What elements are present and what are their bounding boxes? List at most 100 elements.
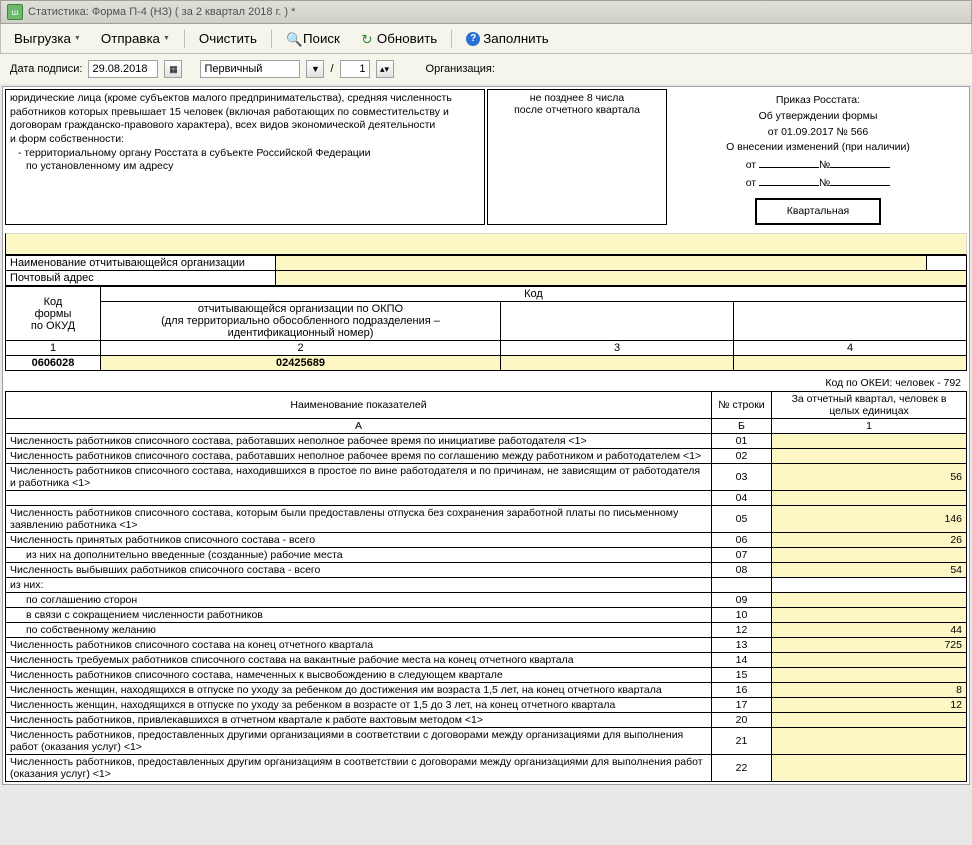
row-number: 07	[712, 548, 772, 563]
row-number: 14	[712, 653, 772, 668]
toolbar: Выгрузка▼ Отправка▼ Очистить 🔍Поиск ↻Обн…	[0, 24, 972, 54]
header-deadline-box: не позднее 8 числа после отчетного кварт…	[487, 89, 667, 225]
indicator-name: Численность работников списочного состав…	[6, 464, 712, 491]
table-row: Численность работников списочного состав…	[6, 464, 967, 491]
date-input[interactable]	[88, 60, 158, 78]
table-row: Численность работников списочного состав…	[6, 506, 967, 533]
type-select[interactable]	[200, 60, 300, 78]
row-number: 12	[712, 623, 772, 638]
row-number: 16	[712, 683, 772, 698]
table-row: Численность работников списочного состав…	[6, 638, 967, 653]
value-cell[interactable]	[772, 548, 967, 563]
table-row: Численность женщин, находящихся в отпуск…	[6, 698, 967, 713]
value-cell[interactable]: 725	[772, 638, 967, 653]
separator	[271, 30, 272, 48]
table-row: 04	[6, 491, 967, 506]
value-cell[interactable]: 54	[772, 563, 967, 578]
okei-note: Код по ОКЕИ: человек - 792	[5, 371, 967, 391]
row-number: 06	[712, 533, 772, 548]
value-cell[interactable]	[772, 728, 967, 755]
value-cell[interactable]	[772, 608, 967, 623]
indicator-name: в связи с сокращением численности работн…	[6, 608, 712, 623]
row-number: 04	[712, 491, 772, 506]
search-button[interactable]: 🔍Поиск	[277, 27, 349, 50]
value-cell[interactable]: 8	[772, 683, 967, 698]
org-name-cell[interactable]	[276, 256, 927, 271]
table-row: Численность выбывших работников списочно…	[6, 563, 967, 578]
row-number: 05	[712, 506, 772, 533]
indicator-name: Численность работников списочного состав…	[6, 668, 712, 683]
separator	[451, 30, 452, 48]
num-input[interactable]	[340, 60, 370, 78]
value-cell[interactable]	[772, 755, 967, 782]
row-number: 02	[712, 449, 772, 464]
indicator-name: Численность работников списочного состав…	[6, 434, 712, 449]
row-number: 15	[712, 668, 772, 683]
value-cell[interactable]	[772, 434, 967, 449]
value-cell[interactable]: 26	[772, 533, 967, 548]
row-number: 17	[712, 698, 772, 713]
value-cell	[772, 578, 967, 593]
row-number: 08	[712, 563, 772, 578]
value-cell[interactable]: 56	[772, 464, 967, 491]
date-label: Дата подписи:	[10, 63, 82, 75]
indicator-name: Численность женщин, находящихся в отпуск…	[6, 683, 712, 698]
value-cell[interactable]	[772, 593, 967, 608]
value-cell[interactable]	[772, 491, 967, 506]
value-cell[interactable]: 44	[772, 623, 967, 638]
header-order-box: Приказ Росстата: Об утверждении формы от…	[669, 89, 967, 225]
org-name-label: Наименование отчитывающейся организации	[6, 256, 276, 271]
value-cell[interactable]	[772, 668, 967, 683]
org-addr-cell[interactable]	[276, 271, 967, 286]
row-number: 09	[712, 593, 772, 608]
value-cell[interactable]	[772, 653, 967, 668]
org-label: Организация:	[426, 63, 495, 75]
table-row: Численность работников, привлекавшихся в…	[6, 713, 967, 728]
clear-button[interactable]: Очистить	[190, 27, 266, 50]
table-row: Численность принятых работников списочно…	[6, 533, 967, 548]
help-icon: ?	[466, 32, 480, 46]
table-row: Численность работников списочного состав…	[6, 668, 967, 683]
date-picker-button[interactable]: ▦	[164, 60, 182, 78]
org-addr-label: Почтовый адрес	[6, 271, 276, 286]
row-number: 10	[712, 608, 772, 623]
header-respondent-box: юридические лица (кроме субъектов малого…	[5, 89, 485, 225]
table-row: Численность женщин, находящихся в отпуск…	[6, 683, 967, 698]
value-cell[interactable]: 146	[772, 506, 967, 533]
export-button[interactable]: Выгрузка▼	[5, 27, 90, 50]
value-cell[interactable]: 12	[772, 698, 967, 713]
indicator-name: Численность принятых работников списочно…	[6, 533, 712, 548]
row-number: 01	[712, 434, 772, 449]
row-number: 20	[712, 713, 772, 728]
table-row: Численность работников, предоставленных …	[6, 728, 967, 755]
send-button[interactable]: Отправка▼	[92, 27, 179, 50]
type-dropdown-button[interactable]: ▼	[306, 60, 324, 78]
value-cell[interactable]	[772, 449, 967, 464]
indicator-name: Численность требуемых работников списочн…	[6, 653, 712, 668]
data-table: Наименование показателей № строки За отч…	[5, 391, 967, 782]
separator	[184, 30, 185, 48]
window-title: Статистика: Форма П-4 (НЗ) ( за 2 кварта…	[28, 6, 295, 18]
table-row: Численность требуемых работников списочн…	[6, 653, 967, 668]
search-icon: 🔍	[286, 32, 300, 46]
table-row: из них на дополнительно введенные (созда…	[6, 548, 967, 563]
value-cell[interactable]	[772, 713, 967, 728]
row-number	[712, 578, 772, 593]
org-table: Наименование отчитывающейся организации …	[5, 255, 967, 286]
fill-button[interactable]: ?Заполнить	[457, 27, 557, 50]
table-row: из них:	[6, 578, 967, 593]
table-row: по собственному желанию1244	[6, 623, 967, 638]
table-row: Численность работников, предоставленных …	[6, 755, 967, 782]
refresh-button[interactable]: ↻Обновить	[351, 27, 446, 50]
indicator-name: Численность работников, предоставленных …	[6, 755, 712, 782]
table-row: в связи с сокращением численности работн…	[6, 608, 967, 623]
app-icon: ш	[7, 4, 23, 20]
indicator-name: Численность работников, предоставленных …	[6, 728, 712, 755]
table-row: Численность работников списочного состав…	[6, 449, 967, 464]
indicator-name: Численность женщин, находящихся в отпуск…	[6, 698, 712, 713]
row-number: 22	[712, 755, 772, 782]
num-stepper-button[interactable]: ▴▾	[376, 60, 394, 78]
periodicity-badge: Квартальная	[755, 198, 881, 226]
indicator-name: Численность работников списочного состав…	[6, 449, 712, 464]
indicator-name: Численность работников, привлекавшихся в…	[6, 713, 712, 728]
